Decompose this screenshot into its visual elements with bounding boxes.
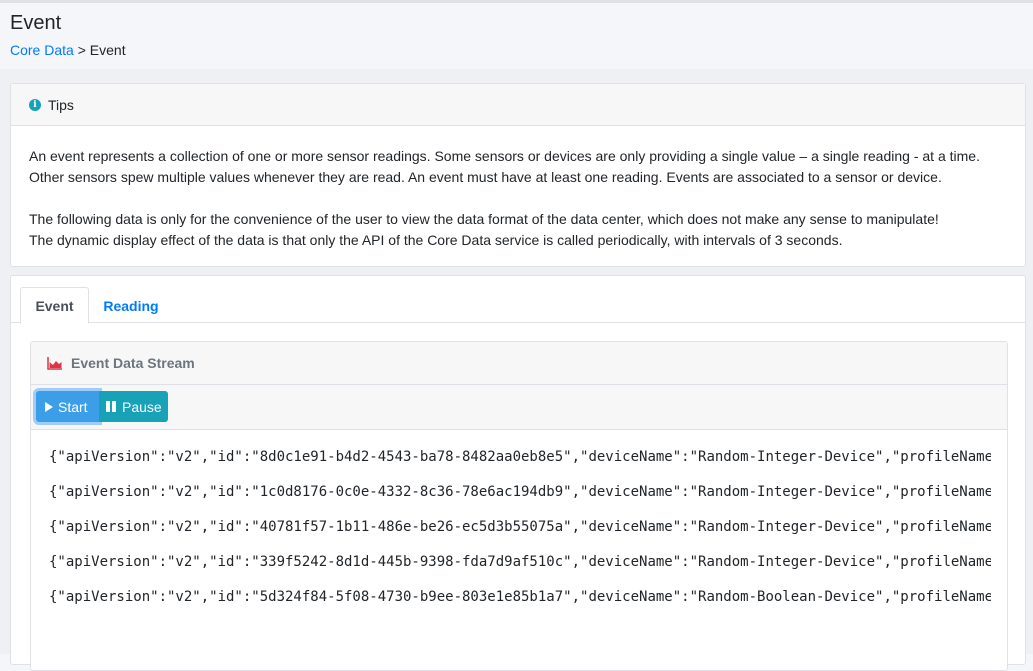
start-button-label: Start bbox=[58, 398, 88, 415]
tab-reading[interactable]: Reading bbox=[95, 287, 167, 324]
pause-button-label: Pause bbox=[122, 398, 162, 415]
tab-event[interactable]: Event bbox=[20, 287, 89, 324]
breadcrumb: Core Data > Event bbox=[10, 42, 126, 58]
tips-card: i Tips An event represents a collection … bbox=[10, 83, 1026, 267]
event-json-line: {"apiVersion":"v2","id":"339f5242-8d1d-4… bbox=[49, 554, 991, 570]
breadcrumb-separator: > bbox=[73, 42, 90, 58]
tips-text-line: The following data is only for the conve… bbox=[29, 211, 939, 227]
event-json-line: {"apiVersion":"v2","id":"8d0c1e91-b4d2-4… bbox=[49, 449, 991, 465]
breadcrumb-core-data-link[interactable]: Core Data bbox=[10, 42, 74, 58]
page-title: Event bbox=[10, 12, 62, 34]
stream-output: {"apiVersion":"v2","id":"8d0c1e91-b4d2-4… bbox=[31, 430, 1007, 670]
event-json-line: {"apiVersion":"v2","id":"1c0d8176-0c0e-4… bbox=[49, 484, 991, 500]
tips-text-line: Other sensors spew multiple values whene… bbox=[29, 169, 942, 185]
event-json-line: {"apiVersion":"v2","id":"40781f57-1b11-4… bbox=[49, 519, 991, 535]
pause-icon bbox=[106, 401, 118, 412]
event-stream-panel: Event Data Stream Start Pause {"apiVersi… bbox=[30, 341, 1008, 671]
tips-text-line: An event represents a collection of one … bbox=[29, 148, 980, 164]
event-json-line: {"apiVersion":"v2","id":"5d324f84-5f08-4… bbox=[49, 589, 991, 605]
breadcrumb-current: Event bbox=[89, 42, 126, 58]
tips-text-line: The dynamic display effect of the data i… bbox=[29, 232, 843, 248]
tips-title: Tips bbox=[48, 96, 74, 113]
play-icon bbox=[45, 401, 53, 412]
info-icon: i bbox=[29, 98, 41, 111]
stream-toolbar: Start Pause bbox=[31, 385, 1007, 430]
page-header: Event Core Data > Event bbox=[0, 3, 1033, 69]
tips-header: i Tips bbox=[11, 84, 1025, 126]
data-card: Event Reading Event Data Stream Start Pa… bbox=[10, 275, 1026, 671]
tips-body: An event represents a collection of one … bbox=[11, 126, 1025, 271]
stream-header: Event Data Stream bbox=[31, 342, 1007, 385]
tab-bar: Event Reading bbox=[11, 276, 1025, 324]
pause-button[interactable]: Pause bbox=[99, 391, 168, 422]
start-button[interactable]: Start bbox=[36, 391, 99, 422]
stream-title: Event Data Stream bbox=[71, 355, 195, 371]
area-chart-icon bbox=[47, 356, 63, 370]
